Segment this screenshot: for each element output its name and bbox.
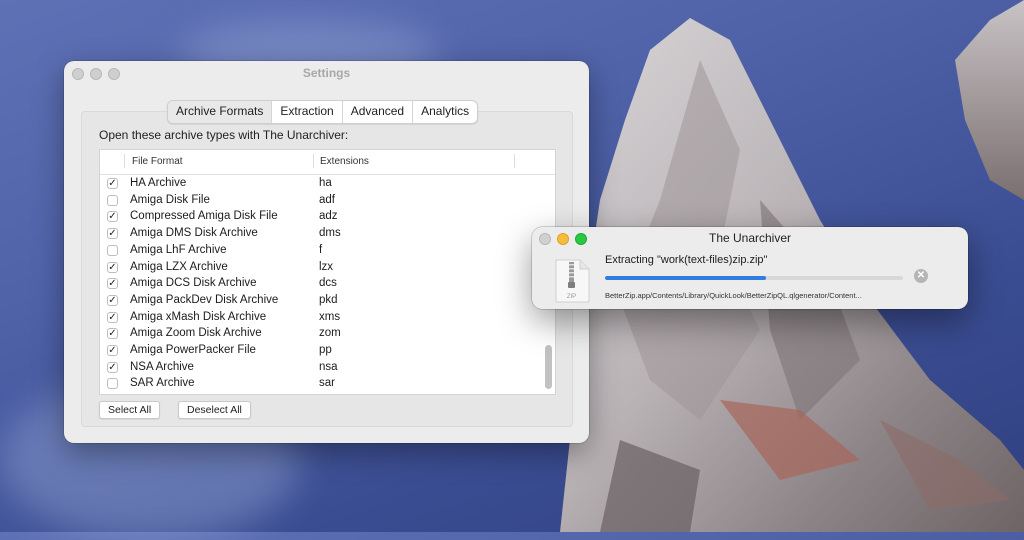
format-name: HA Archive [130, 177, 187, 189]
extraction-progress-bar [605, 276, 903, 280]
settings-titlebar: Settings [64, 61, 589, 85]
format-extension: pkd [319, 293, 338, 306]
format-name: Compressed Amiga Disk File [130, 210, 278, 223]
column-separator [313, 154, 314, 168]
table-row[interactable]: ✓ Amiga DCS Disk Archive dcs [100, 276, 540, 293]
format-name: Amiga xMash Disk Archive [130, 310, 267, 323]
format-name: Amiga DCS Disk Archive [130, 277, 257, 290]
settings-tabs: Archive Formats Extraction Advanced Anal… [167, 100, 479, 124]
format-checkbox[interactable] [107, 244, 118, 256]
format-extension: lzx [319, 260, 334, 273]
table-row[interactable]: ✓ Compressed Amiga Disk File adz [100, 209, 540, 226]
format-checkbox[interactable]: ✓ [107, 278, 118, 290]
svg-text:ZIP: ZIP [567, 294, 576, 300]
format-name: SAR Archive [130, 377, 195, 390]
unarchiver-window: The Unarchiver ZIP Extracting "work(text… [532, 227, 968, 309]
tab-analytics[interactable]: Analytics [412, 101, 477, 123]
format-checkbox[interactable]: ✓ [107, 228, 118, 240]
tab-extraction[interactable]: Extraction [271, 101, 341, 123]
format-extension: ha [319, 177, 332, 189]
format-checkbox[interactable] [107, 194, 118, 206]
scrollbar-thumb[interactable] [545, 345, 552, 389]
table-row[interactable]: SAR Archive sar [100, 376, 540, 393]
column-separator [124, 154, 125, 168]
format-checkbox[interactable]: ✓ [107, 211, 118, 223]
current-file-path: BetterZip.app/Contents/Library/QuickLook… [605, 291, 862, 300]
format-checkbox[interactable]: ✓ [107, 311, 118, 323]
format-extension: zom [319, 327, 341, 340]
table-row[interactable]: ✓ Amiga PackDev Disk Archive pkd [100, 293, 540, 310]
deselect-all-button[interactable]: Deselect All [178, 401, 251, 419]
format-checkbox[interactable]: ✓ [107, 178, 118, 189]
format-name: Amiga Zoom Disk Archive [130, 327, 262, 340]
column-separator [514, 154, 515, 168]
format-extension: sar [319, 377, 335, 390]
format-name: Amiga PackDev Disk Archive [130, 293, 279, 306]
format-extension: pp [319, 344, 332, 356]
format-extension: xms [319, 310, 341, 323]
tab-archive-formats[interactable]: Archive Formats [168, 101, 272, 123]
format-checkbox[interactable]: ✓ [107, 294, 118, 306]
format-checkbox[interactable]: ✓ [107, 345, 118, 356]
format-extension: f [319, 243, 323, 256]
format-name: Amiga LhF Archive [130, 243, 227, 256]
format-extension: nsa [319, 360, 338, 373]
table-row[interactable]: Amiga LhF Archive f [100, 243, 540, 260]
format-checkbox[interactable]: ✓ [107, 328, 118, 340]
format-extension: adz [319, 210, 338, 223]
window-title: The Unarchiver [708, 231, 792, 245]
column-header-format[interactable]: File Format [132, 156, 183, 167]
archive-formats-table: File Format Extensions ✓ HA Archive ha Amig… [99, 149, 556, 395]
intro-label: Open these archive types with The Unarch… [99, 128, 349, 142]
window-title: Settings [302, 66, 351, 80]
format-checkbox[interactable] [107, 378, 118, 390]
column-header-extensions[interactable]: Extensions [320, 156, 369, 167]
table-row[interactable]: ✓ Amiga xMash Disk Archive xms [100, 310, 540, 327]
format-extension: dcs [319, 277, 337, 290]
table-header: File Format Extensions [100, 150, 555, 175]
format-name: Amiga Disk File [130, 193, 210, 206]
table-row[interactable]: Amiga Disk File adf [100, 193, 540, 210]
format-extension: adf [319, 193, 335, 206]
extracting-status: Extracting "work(text-files)zip.zip" [605, 254, 768, 266]
format-checkbox[interactable]: ✓ [107, 261, 118, 273]
tab-advanced[interactable]: Advanced [341, 101, 412, 123]
format-checkbox[interactable]: ✓ [107, 361, 118, 373]
table-row[interactable]: ✓ Amiga DMS Disk Archive dms [100, 226, 540, 243]
format-name: Amiga PowerPacker File [130, 344, 256, 356]
unarchiver-titlebar: The Unarchiver [532, 227, 968, 251]
table-row[interactable]: ✓ NSA Archive nsa [100, 360, 540, 377]
format-extension: dms [319, 227, 341, 240]
table-row[interactable]: ✓ Amiga Zoom Disk Archive zom [100, 326, 540, 343]
progress-fill [605, 276, 766, 280]
format-name: Amiga DMS Disk Archive [130, 227, 258, 240]
table-row[interactable]: ✓ Amiga LZX Archive lzx [100, 260, 540, 277]
table-row[interactable]: ✓ HA Archive ha [100, 176, 540, 193]
format-name: Amiga LZX Archive [130, 260, 228, 273]
settings-window: Settings Archive Formats Extraction Adva… [64, 61, 589, 443]
zip-file-icon: ZIP [555, 259, 590, 303]
table-row[interactable]: ✓ Amiga PowerPacker File pp [100, 343, 540, 360]
format-name: NSA Archive [130, 360, 194, 373]
select-all-button[interactable]: Select All [99, 401, 161, 419]
cancel-extraction-icon[interactable]: ✕ [914, 269, 928, 283]
